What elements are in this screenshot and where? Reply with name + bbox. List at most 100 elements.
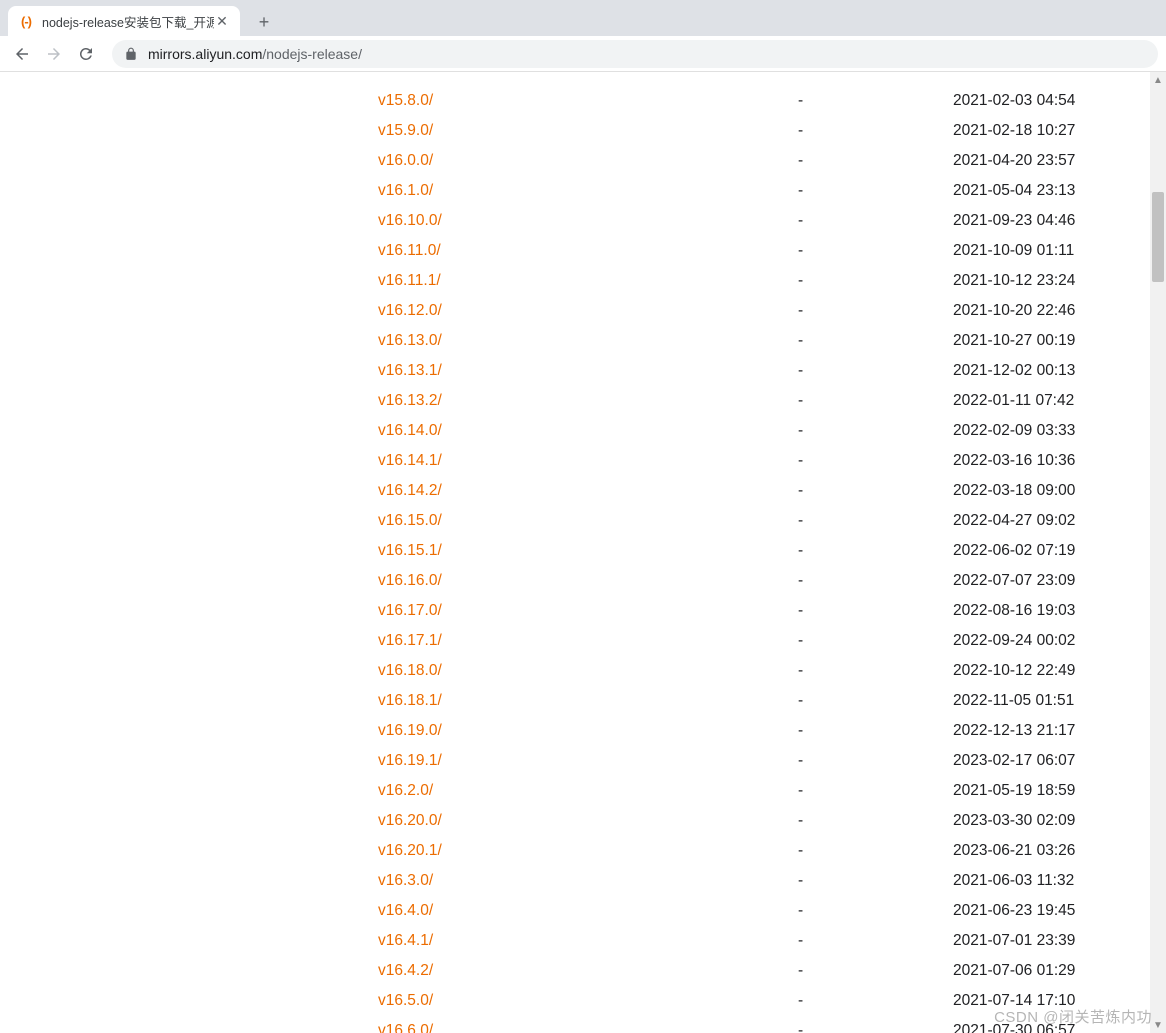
directory-link[interactable]: v16.20.0/	[378, 812, 442, 829]
directory-link[interactable]: v16.4.2/	[378, 962, 433, 979]
scroll-up-icon[interactable]: ▲	[1150, 72, 1166, 88]
col-size: -	[798, 842, 953, 860]
directory-link[interactable]: v16.17.1/	[378, 632, 442, 649]
col-size: -	[798, 1022, 953, 1033]
directory-link[interactable]: v16.10.0/	[378, 212, 442, 229]
col-size: -	[798, 572, 953, 590]
col-size: -	[798, 722, 953, 740]
col-name: v16.15.0/	[378, 512, 798, 530]
forward-button[interactable]	[40, 40, 68, 68]
col-size: -	[798, 452, 953, 470]
directory-link[interactable]: v16.20.1/	[378, 842, 442, 859]
listing-row: v15.9.0/-2021-02-18 10:27	[378, 116, 1148, 146]
reload-icon	[77, 45, 95, 63]
col-size: -	[798, 692, 953, 710]
directory-link[interactable]: v16.5.0/	[378, 992, 433, 1009]
directory-link[interactable]: v16.14.0/	[378, 422, 442, 439]
col-date: 2021-10-12 23:24	[953, 272, 1148, 290]
listing-row: v16.14.1/ -2022-03-16 10:36	[378, 446, 1148, 476]
directory-link[interactable]: v16.15.1/	[378, 542, 442, 559]
toolbar: mirrors.aliyun.com/nodejs-release/	[0, 36, 1166, 72]
col-date: 2022-08-16 19:03	[953, 602, 1148, 620]
col-date: 2022-11-05 01:51	[953, 692, 1148, 710]
col-name: v16.14.0/	[378, 422, 798, 440]
col-size: -	[798, 182, 953, 200]
col-name: v16.0.0/	[378, 152, 798, 170]
col-name: v16.20.1/	[378, 842, 798, 860]
scrollbar[interactable]: ▲ ▼	[1150, 72, 1166, 1033]
col-size: -	[798, 242, 953, 260]
directory-link[interactable]: v16.4.0/	[378, 902, 433, 919]
directory-link[interactable]: v16.11.0/	[378, 242, 441, 259]
directory-link[interactable]: v16.18.0/	[378, 662, 442, 679]
col-size: -	[798, 812, 953, 830]
new-tab-button[interactable]: +	[250, 8, 278, 36]
url-path: /nodejs-release/	[262, 46, 362, 62]
col-size: -	[798, 992, 953, 1010]
listing-row: v16.18.0/-2022-10-12 22:49	[378, 656, 1148, 686]
col-size: -	[798, 422, 953, 440]
directory-link[interactable]: v16.13.0/	[378, 332, 442, 349]
directory-link[interactable]: v16.17.0/	[378, 602, 442, 619]
col-date: 2022-04-27 09:02	[953, 512, 1148, 530]
directory-link[interactable]: v15.8.0/	[378, 92, 433, 109]
directory-link[interactable]: v16.12.0/	[378, 302, 442, 319]
directory-link[interactable]: v16.13.2/	[378, 392, 442, 409]
back-button[interactable]	[8, 40, 36, 68]
col-name: v16.13.1/	[378, 362, 798, 380]
directory-link[interactable]: v16.18.1/	[378, 692, 442, 709]
scroll-down-icon[interactable]: ▼	[1150, 1017, 1166, 1033]
lock-icon	[124, 47, 138, 61]
col-name: v16.19.0/	[378, 722, 798, 740]
listing-row: v16.13.1/-2021-12-02 00:13	[378, 356, 1148, 386]
browser-tab[interactable]: nodejs-release安装包下载_开源 ✕	[8, 6, 240, 36]
col-name: v16.4.2/	[378, 962, 798, 980]
listing-row: v16.2.0/-2021-05-19 18:59	[378, 776, 1148, 806]
col-date: 2022-03-16 10:36	[953, 452, 1148, 470]
directory-link[interactable]: v16.11.1/	[378, 272, 441, 289]
url-host: mirrors.aliyun.com	[148, 46, 262, 62]
col-size: -	[798, 272, 953, 290]
col-name: v16.20.0/	[378, 812, 798, 830]
directory-link[interactable]: v16.19.0/	[378, 722, 442, 739]
browser-chrome: nodejs-release安装包下载_开源 ✕ + mirrors.aliyu…	[0, 0, 1166, 72]
directory-link[interactable]: v16.15.0/	[378, 512, 442, 529]
listing-row: v16.4.0/-2021-06-23 19:45	[378, 896, 1148, 926]
col-name: v16.11.0/	[378, 242, 798, 260]
directory-link[interactable]: v16.19.1/	[378, 752, 442, 769]
col-size: -	[798, 932, 953, 950]
col-name: v16.2.0/	[378, 782, 798, 800]
directory-link[interactable]: v16.16.0/	[378, 572, 442, 589]
col-name: v16.18.1/	[378, 692, 798, 710]
directory-link[interactable]: v15.9.0/	[378, 122, 433, 139]
directory-listing: v15.8.0/-2021-02-03 04:54v15.9.0/-2021-0…	[378, 72, 1148, 1033]
col-name: v16.11.1/	[378, 272, 798, 290]
listing-row: v16.11.1/ -2021-10-12 23:24	[378, 266, 1148, 296]
page-content: v15.8.0/-2021-02-03 04:54v15.9.0/-2021-0…	[0, 72, 1166, 1033]
directory-link[interactable]: v16.1.0/	[378, 182, 433, 199]
directory-link[interactable]: v16.4.1/	[378, 932, 433, 949]
directory-link[interactable]: v16.13.1/	[378, 362, 442, 379]
col-name: v16.3.0/	[378, 872, 798, 890]
scrollbar-thumb[interactable]	[1152, 192, 1164, 282]
close-icon[interactable]: ✕	[214, 13, 230, 29]
directory-link[interactable]: v16.14.2/	[378, 482, 442, 499]
col-date: 2021-07-06 01:29	[953, 962, 1148, 980]
col-date: 2021-05-19 18:59	[953, 782, 1148, 800]
directory-link[interactable]: v16.0.0/	[378, 152, 433, 169]
listing-row: v16.19.1/-2023-02-17 06:07	[378, 746, 1148, 776]
col-size: -	[798, 362, 953, 380]
listing-row: v16.3.0/-2021-06-03 11:32	[378, 866, 1148, 896]
listing-row: v16.13.0/-2021-10-27 00:19	[378, 326, 1148, 356]
directory-link[interactable]: v16.6.0/	[378, 1022, 433, 1033]
directory-link[interactable]: v16.14.1/	[378, 452, 442, 469]
directory-link[interactable]: v16.3.0/	[378, 872, 433, 889]
col-date: 2021-09-23 04:46	[953, 212, 1148, 230]
col-size: -	[798, 302, 953, 320]
directory-link[interactable]: v16.2.0/	[378, 782, 433, 799]
col-name: v16.4.0/	[378, 902, 798, 920]
col-size: -	[798, 512, 953, 530]
reload-button[interactable]	[72, 40, 100, 68]
address-bar[interactable]: mirrors.aliyun.com/nodejs-release/	[112, 40, 1158, 68]
col-date: 2022-06-02 07:19	[953, 542, 1148, 560]
